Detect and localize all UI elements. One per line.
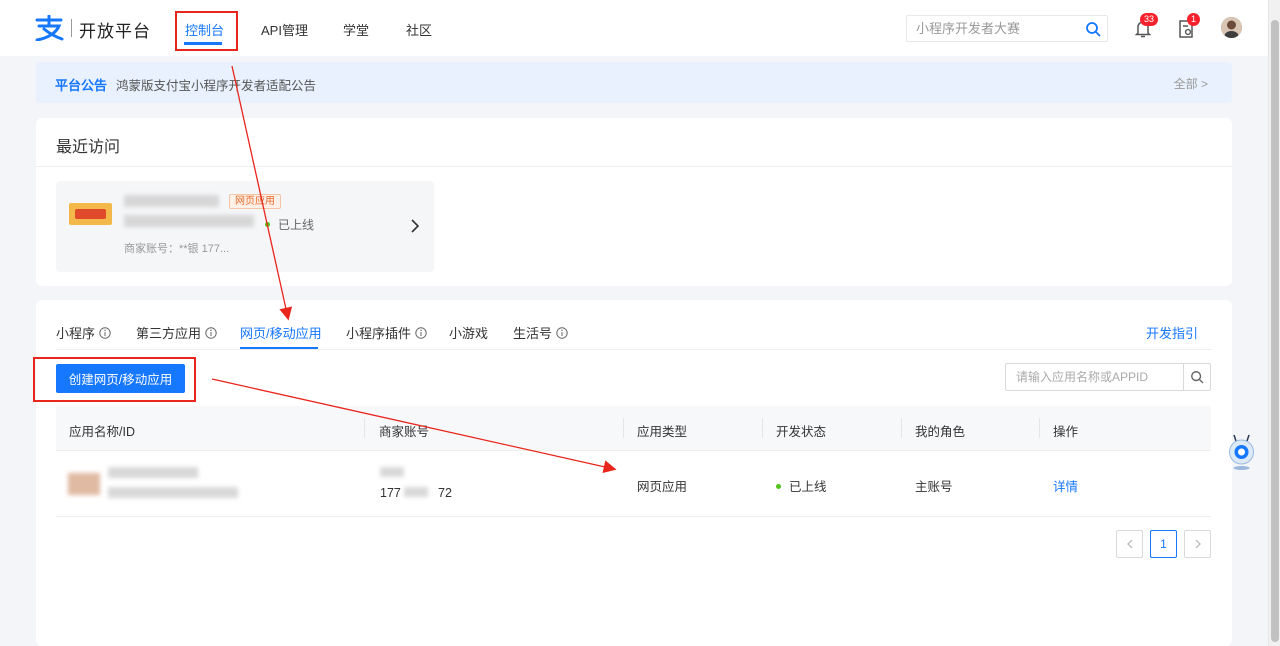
row-dev-status: 已上线: [776, 476, 827, 495]
dev-guide-link[interactable]: 开发指引: [1146, 323, 1198, 342]
announcement-all-link[interactable]: 全部 >: [1174, 75, 1208, 92]
search-icon: [1191, 371, 1204, 384]
col-my-role: 我的角色: [915, 425, 966, 439]
app-search-input[interactable]: [1016, 370, 1176, 384]
tab-mini-game-label: 小游戏: [449, 326, 489, 341]
tab-mini-program[interactable]: 小程序: [56, 323, 111, 342]
column-separator: [762, 418, 763, 438]
recent-app-item[interactable]: 网页应用 已上线 商家账号：**银 177...: [56, 181, 434, 272]
merchant-account-end: 72: [438, 486, 452, 500]
table-row[interactable]: 177 72 网页应用 已上线 主账号 详情: [56, 451, 1211, 517]
row-my-role: 主账号: [915, 480, 953, 494]
col-dev-status: 开发状态: [776, 425, 827, 439]
notifications-badge: 33: [1140, 13, 1159, 26]
recent-visits-title: 最近访问: [56, 139, 121, 156]
alipay-logo-icon[interactable]: [34, 15, 64, 41]
row-details-link[interactable]: 详情: [1053, 476, 1078, 495]
app-logo-image: [69, 203, 112, 225]
app-search-button[interactable]: [1183, 364, 1210, 390]
recent-app-status: 已上线: [265, 216, 314, 233]
col-app-name: 应用名称/ID: [69, 425, 135, 439]
col-app-type: 应用类型: [637, 425, 688, 439]
chevron-right-icon: [1195, 539, 1201, 549]
merchant-account-start: 177: [380, 486, 401, 500]
vertical-scrollbar[interactable]: [1268, 0, 1280, 646]
notifications-button[interactable]: 33: [1134, 13, 1159, 39]
tab-mini-game[interactable]: 小游戏: [449, 323, 488, 342]
app-type-badge: 网页应用: [229, 194, 281, 209]
recent-app-status-text: 已上线: [278, 218, 315, 232]
nav-academy[interactable]: 学堂: [343, 20, 369, 39]
search-icon[interactable]: [1085, 21, 1101, 37]
tab-mini-program-plugin[interactable]: 小程序插件: [346, 323, 427, 342]
tab-third-party[interactable]: 第三方应用: [136, 323, 217, 342]
user-avatar[interactable]: [1221, 17, 1242, 38]
announcement-text[interactable]: 鸿蒙版支付宝小程序开发者适配公告: [116, 75, 316, 94]
info-icon[interactable]: [205, 326, 217, 339]
tab-life-account-label: 生活号: [513, 326, 553, 341]
row-dev-status-text: 已上线: [789, 480, 827, 494]
redacted-app-id: [108, 487, 238, 498]
redacted-merchant-name: [380, 467, 404, 477]
redacted-app-icon: [68, 473, 100, 495]
redacted-app-name: [108, 467, 198, 478]
recent-visits-card: 最近访问 网页应用 已上线 商家账号：**银 177...: [36, 118, 1232, 286]
tab-web-mobile-label: 网页/移动应用: [240, 326, 322, 341]
nav-api-management[interactable]: API管理: [261, 20, 308, 39]
tab-third-party-label: 第三方应用: [136, 326, 202, 341]
recent-app-merchant: 商家账号：**银 177...: [124, 243, 230, 255]
avatar-image: [1221, 17, 1242, 38]
nav-community[interactable]: 社区: [406, 20, 432, 39]
header-search-input[interactable]: [916, 21, 1081, 36]
column-separator: [364, 418, 365, 438]
tasks-button[interactable]: 1: [1177, 13, 1201, 39]
annotation-box-create-button: [33, 357, 196, 402]
assistant-robot-icon[interactable]: [1228, 433, 1255, 471]
scrollbar-thumb[interactable]: [1271, 20, 1279, 642]
header-search[interactable]: [906, 15, 1108, 42]
col-merchant: 商家账号: [379, 425, 430, 439]
col-actions: 操作: [1053, 425, 1079, 439]
info-icon[interactable]: [99, 326, 111, 339]
app-search[interactable]: [1005, 363, 1211, 391]
column-separator: [1039, 418, 1040, 438]
info-icon[interactable]: [415, 326, 427, 339]
annotation-box-console: [175, 11, 238, 51]
recent-divider: [36, 166, 1232, 167]
table-header: 应用名称/ID 商家账号 应用类型 开发状态 我的角色 操作: [56, 406, 1211, 451]
info-icon[interactable]: [556, 326, 568, 339]
announcement-bar[interactable]: 平台公告 鸿蒙版支付宝小程序开发者适配公告 全部 >: [36, 62, 1232, 103]
redacted-merchant-middle: [404, 487, 428, 497]
chevron-left-icon: [1126, 539, 1132, 549]
chevron-right-icon[interactable]: [410, 219, 420, 233]
pagination-page-1[interactable]: 1: [1150, 530, 1177, 558]
logo-divider: [71, 19, 72, 37]
online-status-dot: [265, 222, 270, 228]
pagination-next[interactable]: [1184, 530, 1211, 558]
redacted-app-id: [124, 215, 254, 227]
pagination-prev[interactable]: [1116, 530, 1143, 558]
announcement-tag: 平台公告: [55, 78, 108, 93]
column-separator: [623, 418, 624, 438]
column-separator: [901, 418, 902, 438]
row-app-type: 网页应用: [637, 480, 688, 494]
tab-life-account[interactable]: 生活号: [513, 323, 568, 342]
tab-web-mobile[interactable]: 网页/移动应用: [240, 323, 322, 342]
tasks-badge: 1: [1187, 13, 1201, 26]
online-status-dot: [776, 484, 781, 490]
tabs-divider: [56, 349, 1212, 350]
tab-mini-program-label: 小程序: [56, 326, 96, 341]
platform-title[interactable]: 开放平台: [79, 17, 151, 42]
applications-card: 小程序 第三方应用 网页/移动应用 小程序插件 小游戏 生活号 开发指引 创建网…: [36, 300, 1232, 646]
redacted-app-name: [124, 195, 219, 207]
tab-plugin-label: 小程序插件: [346, 326, 412, 341]
